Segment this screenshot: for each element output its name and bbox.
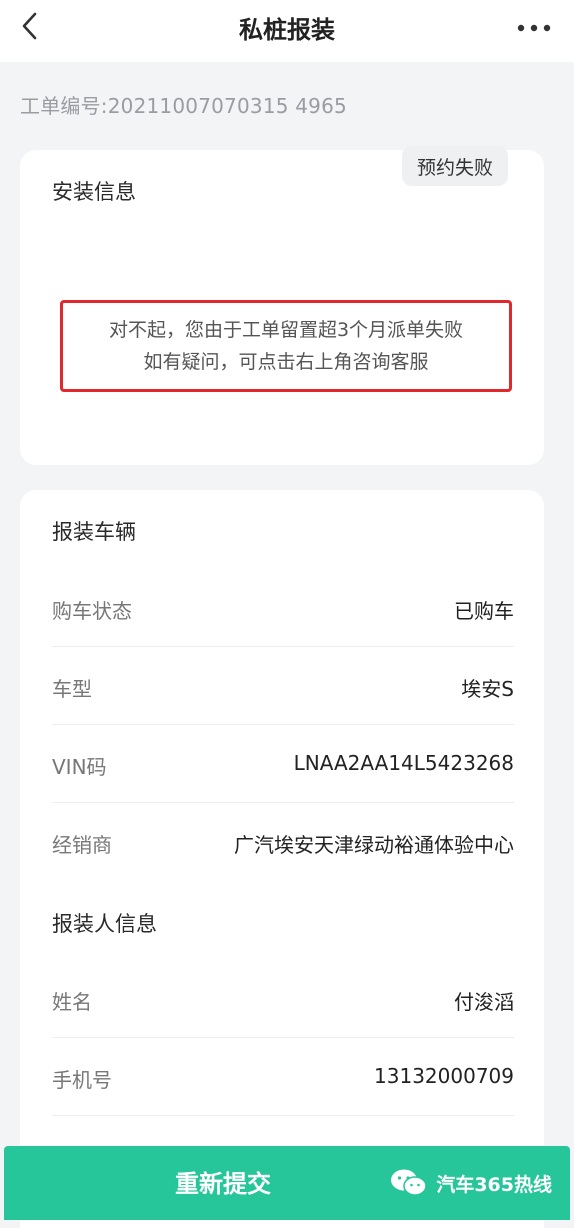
page-title: 私桩报装 — [239, 16, 335, 44]
watermark-text: 汽车365热线 — [436, 1173, 552, 1196]
row-label: 车型 — [52, 677, 92, 701]
watermark: 汽车365热线 — [390, 1168, 552, 1198]
more-icon — [517, 24, 551, 32]
status-badge: 预约失败 — [402, 146, 508, 186]
info-row-car-model: 车型 埃安S — [52, 647, 514, 725]
info-row-purchase-status: 购车状态 已购车 — [52, 569, 514, 647]
failure-notice: 对不起，您由于工单留置超3个月派单失败 如有疑问，可点击右上角咨询客服 — [60, 300, 512, 392]
resubmit-button[interactable]: 重新提交 汽车365热线 — [4, 1146, 570, 1220]
info-row-dealer: 经销商 广汽埃安天津绿动裕通体验中心 — [52, 803, 514, 881]
row-value: 广汽埃安天津绿动裕通体验中心 — [234, 833, 514, 857]
row-value: 13132000709 — [374, 1064, 514, 1088]
order-number: 工单编号:20211007070315 4965 — [20, 94, 347, 118]
row-label: 姓名 — [52, 990, 92, 1014]
row-label: 购车状态 — [52, 599, 132, 623]
row-value: 付浚滔 — [454, 990, 514, 1014]
row-label: VIN码 — [52, 755, 107, 779]
resubmit-label: 重新提交 — [175, 1170, 271, 1198]
install-info-card: 安装信息 预约失败 对不起，您由于工单留置超3个月派单失败 如有疑问，可点击右上… — [20, 146, 544, 465]
install-info-title: 安装信息 — [52, 180, 136, 204]
info-row-vin: VIN码 LNAA2AA14L5423268 — [52, 725, 514, 803]
top-nav-bar: 私桩报装 — [0, 0, 574, 62]
wechat-icon — [391, 1169, 428, 1196]
applicant-section-title: 报装人信息 — [52, 912, 157, 936]
row-value: LNAA2AA14L5423268 — [293, 751, 514, 775]
vehicle-info-card: 报装车辆 购车状态 已购车 车型 埃安S VIN码 LNAA2AA14L5423… — [20, 490, 544, 1228]
row-label: 手机号 — [52, 1068, 112, 1092]
notice-line-1: 对不起，您由于工单留置超3个月派单失败 — [108, 319, 464, 341]
row-value: 埃安S — [461, 677, 514, 701]
row-value: 已购车 — [454, 599, 514, 623]
notice-line-2: 如有疑问，可点击右上角咨询客服 — [143, 351, 429, 373]
more-button[interactable] — [512, 8, 556, 48]
row-label: 经销商 — [52, 833, 112, 857]
vehicle-section-title: 报装车辆 — [52, 520, 136, 544]
info-row-phone: 手机号 13132000709 — [52, 1038, 514, 1116]
info-row-name: 姓名 付浚滔 — [52, 960, 514, 1038]
